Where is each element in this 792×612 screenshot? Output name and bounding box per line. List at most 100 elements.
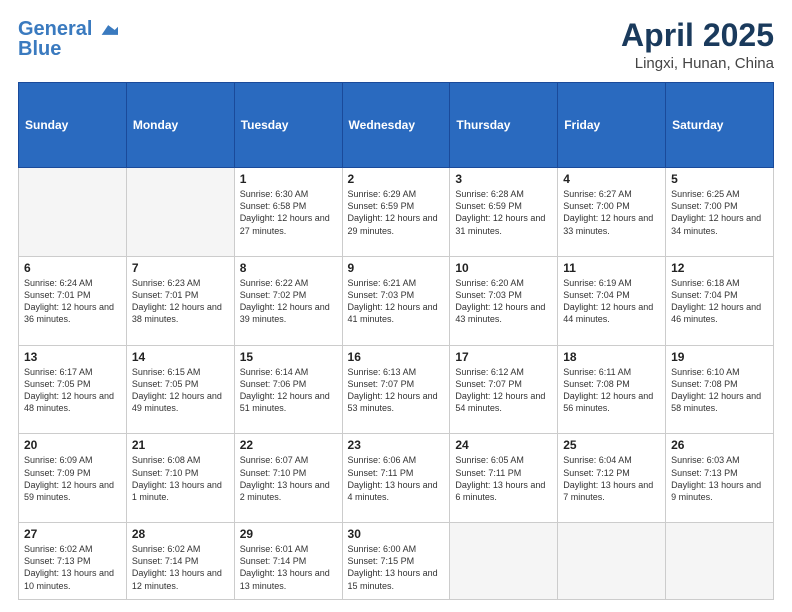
day-info: Sunrise: 6:18 AM Sunset: 7:04 PM Dayligh… <box>671 277 768 326</box>
day-info: Sunrise: 6:08 AM Sunset: 7:10 PM Dayligh… <box>132 454 229 503</box>
calendar-cell: 21 Sunrise: 6:08 AM Sunset: 7:10 PM Dayli… <box>126 434 234 523</box>
logo-subtext: Blue <box>18 38 61 60</box>
calendar-cell: 29Sunrise: 6:01 AM Sunset: 7:14 PM Dayli… <box>234 523 342 600</box>
title-location: Lingxi, Hunan, China <box>621 55 774 72</box>
col-header-friday: Friday <box>558 83 666 168</box>
day-number: 16 <box>348 350 445 364</box>
calendar-cell: 11 Sunrise: 6:19 AM Sunset: 7:04 PM Dayli… <box>558 256 666 345</box>
col-header-thursday: Thursday <box>450 83 558 168</box>
calendar-cell: 10 Sunrise: 6:20 AM Sunset: 7:03 PM Dayli… <box>450 256 558 345</box>
day-info: Sunrise: 6:22 AM Sunset: 7:02 PM Dayligh… <box>240 277 337 326</box>
calendar-cell: 28 Sunrise: 6:02 AM Sunset: 7:14 PM Dayli… <box>126 523 234 600</box>
day-number: 19 <box>671 350 768 364</box>
logo-icon <box>100 23 118 37</box>
calendar-cell <box>666 523 774 600</box>
day-number: 7 <box>132 261 229 275</box>
day-info: Sunrise: 6:24 AM Sunset: 7:01 PM Dayligh… <box>24 277 121 326</box>
calendar-cell: 1 Sunrise: 6:30 AM Sunset: 6:58 PM Daylig… <box>234 168 342 257</box>
calendar-cell: 23 Sunrise: 6:06 AM Sunset: 7:11 PM Dayli… <box>342 434 450 523</box>
day-info: Sunrise: 6:07 AM Sunset: 7:10 PM Dayligh… <box>240 454 337 503</box>
calendar: SundayMondayTuesdayWednesdayThursdayFrid… <box>18 82 774 600</box>
day-info: Sunrise: 6:02 AM Sunset: 7:13 PM Dayligh… <box>24 543 121 592</box>
calendar-cell <box>126 168 234 257</box>
day-number: 3 <box>455 172 552 186</box>
calendar-cell: 20 Sunrise: 6:09 AM Sunset: 7:09 PM Dayli… <box>19 434 127 523</box>
calendar-cell: 18 Sunrise: 6:11 AM Sunset: 7:08 PM Dayli… <box>558 345 666 434</box>
day-number: 4 <box>563 172 660 186</box>
day-info: Sunrise: 6:23 AM Sunset: 7:01 PM Dayligh… <box>132 277 229 326</box>
calendar-cell: 24Sunrise: 6:05 AM Sunset: 7:11 PM Dayli… <box>450 434 558 523</box>
calendar-cell: 5 Sunrise: 6:25 AM Sunset: 7:00 PM Daylig… <box>666 168 774 257</box>
day-info: Sunrise: 6:02 AM Sunset: 7:14 PM Dayligh… <box>132 543 229 592</box>
col-header-sunday: Sunday <box>19 83 127 168</box>
day-number: 22 <box>240 438 337 452</box>
day-number: 13 <box>24 350 121 364</box>
day-number: 9 <box>348 261 445 275</box>
calendar-cell <box>450 523 558 600</box>
calendar-cell: 3 Sunrise: 6:28 AM Sunset: 6:59 PM Daylig… <box>450 168 558 257</box>
day-info: Sunrise: 6:21 AM Sunset: 7:03 PM Dayligh… <box>348 277 445 326</box>
day-number: 15 <box>240 350 337 364</box>
day-number: 11 <box>563 261 660 275</box>
day-number: 12 <box>671 261 768 275</box>
calendar-cell: 9 Sunrise: 6:21 AM Sunset: 7:03 PM Daylig… <box>342 256 450 345</box>
calendar-cell: 19 Sunrise: 6:10 AM Sunset: 7:08 PM Dayli… <box>666 345 774 434</box>
logo: General Blue <box>18 18 118 60</box>
day-number: 28 <box>132 527 229 541</box>
day-number: 18 <box>563 350 660 364</box>
calendar-cell: 27 Sunrise: 6:02 AM Sunset: 7:13 PM Dayli… <box>19 523 127 600</box>
day-info: Sunrise: 6:20 AM Sunset: 7:03 PM Dayligh… <box>455 277 552 326</box>
day-number: 30 <box>348 527 445 541</box>
calendar-cell: 6 Sunrise: 6:24 AM Sunset: 7:01 PM Daylig… <box>19 256 127 345</box>
day-info: Sunrise: 6:15 AM Sunset: 7:05 PM Dayligh… <box>132 366 229 415</box>
page: General Blue April 2025 Lingxi, Hunan, C… <box>0 0 792 612</box>
day-info: Sunrise: 6:01 AM Sunset: 7:14 PM Dayligh… <box>240 543 337 592</box>
calendar-cell: 12 Sunrise: 6:18 AM Sunset: 7:04 PM Dayli… <box>666 256 774 345</box>
day-number: 8 <box>240 261 337 275</box>
day-number: 14 <box>132 350 229 364</box>
day-number: 6 <box>24 261 121 275</box>
col-header-wednesday: Wednesday <box>342 83 450 168</box>
calendar-cell: 8 Sunrise: 6:22 AM Sunset: 7:02 PM Daylig… <box>234 256 342 345</box>
calendar-cell: 17Sunrise: 6:12 AM Sunset: 7:07 PM Dayli… <box>450 345 558 434</box>
col-header-saturday: Saturday <box>666 83 774 168</box>
day-number: 10 <box>455 261 552 275</box>
col-header-tuesday: Tuesday <box>234 83 342 168</box>
day-number: 23 <box>348 438 445 452</box>
day-number: 26 <box>671 438 768 452</box>
calendar-cell: 15Sunrise: 6:14 AM Sunset: 7:06 PM Dayli… <box>234 345 342 434</box>
calendar-cell: 26Sunrise: 6:03 AM Sunset: 7:13 PM Dayli… <box>666 434 774 523</box>
title-block: April 2025 Lingxi, Hunan, China <box>621 18 774 72</box>
calendar-cell: 13Sunrise: 6:17 AM Sunset: 7:05 PM Dayli… <box>19 345 127 434</box>
day-number: 27 <box>24 527 121 541</box>
day-number: 17 <box>455 350 552 364</box>
day-info: Sunrise: 6:11 AM Sunset: 7:08 PM Dayligh… <box>563 366 660 415</box>
day-info: Sunrise: 6:06 AM Sunset: 7:11 PM Dayligh… <box>348 454 445 503</box>
day-info: Sunrise: 6:29 AM Sunset: 6:59 PM Dayligh… <box>348 188 445 237</box>
calendar-cell: 30 Sunrise: 6:00 AM Sunset: 7:15 PM Dayli… <box>342 523 450 600</box>
logo-text: General <box>18 18 118 40</box>
day-number: 1 <box>240 172 337 186</box>
day-number: 5 <box>671 172 768 186</box>
day-number: 21 <box>132 438 229 452</box>
day-info: Sunrise: 6:30 AM Sunset: 6:58 PM Dayligh… <box>240 188 337 237</box>
calendar-cell: 4 Sunrise: 6:27 AM Sunset: 7:00 PM Daylig… <box>558 168 666 257</box>
day-info: Sunrise: 6:19 AM Sunset: 7:04 PM Dayligh… <box>563 277 660 326</box>
day-number: 2 <box>348 172 445 186</box>
day-info: Sunrise: 6:09 AM Sunset: 7:09 PM Dayligh… <box>24 454 121 503</box>
day-info: Sunrise: 6:00 AM Sunset: 7:15 PM Dayligh… <box>348 543 445 592</box>
calendar-cell <box>19 168 127 257</box>
day-info: Sunrise: 6:10 AM Sunset: 7:08 PM Dayligh… <box>671 366 768 415</box>
title-month: April 2025 <box>621 18 774 53</box>
day-info: Sunrise: 6:27 AM Sunset: 7:00 PM Dayligh… <box>563 188 660 237</box>
calendar-cell: 7 Sunrise: 6:23 AM Sunset: 7:01 PM Daylig… <box>126 256 234 345</box>
calendar-cell: 2 Sunrise: 6:29 AM Sunset: 6:59 PM Daylig… <box>342 168 450 257</box>
day-number: 20 <box>24 438 121 452</box>
calendar-cell: 14 Sunrise: 6:15 AM Sunset: 7:05 PM Dayli… <box>126 345 234 434</box>
day-info: Sunrise: 6:25 AM Sunset: 7:00 PM Dayligh… <box>671 188 768 237</box>
day-info: Sunrise: 6:28 AM Sunset: 6:59 PM Dayligh… <box>455 188 552 237</box>
calendar-cell: 16Sunrise: 6:13 AM Sunset: 7:07 PM Dayli… <box>342 345 450 434</box>
calendar-cell: 22 Sunrise: 6:07 AM Sunset: 7:10 PM Dayli… <box>234 434 342 523</box>
day-number: 25 <box>563 438 660 452</box>
calendar-cell: 25Sunrise: 6:04 AM Sunset: 7:12 PM Dayli… <box>558 434 666 523</box>
